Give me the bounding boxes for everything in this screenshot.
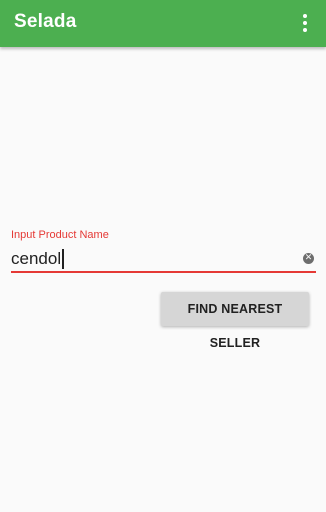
product-name-text: cendol (11, 249, 62, 268)
menu-dot (303, 28, 307, 32)
app-title: Selada (14, 11, 77, 32)
menu-dot (303, 14, 307, 18)
product-name-value[interactable]: cendol (11, 249, 64, 269)
app-bar: Selada (0, 0, 326, 47)
app-screen: Selada Input Product Name cendol ✕ FIND … (0, 0, 326, 512)
menu-dot (303, 21, 307, 25)
text-cursor (62, 249, 64, 269)
find-nearest-seller-button[interactable]: FIND NEAREST SELLER (161, 292, 309, 350)
product-name-label: Input Product Name (11, 229, 109, 241)
product-name-input[interactable]: cendol ✕ (11, 247, 316, 273)
clear-icon[interactable]: ✕ (303, 253, 314, 264)
more-vert-icon[interactable] (294, 10, 318, 36)
